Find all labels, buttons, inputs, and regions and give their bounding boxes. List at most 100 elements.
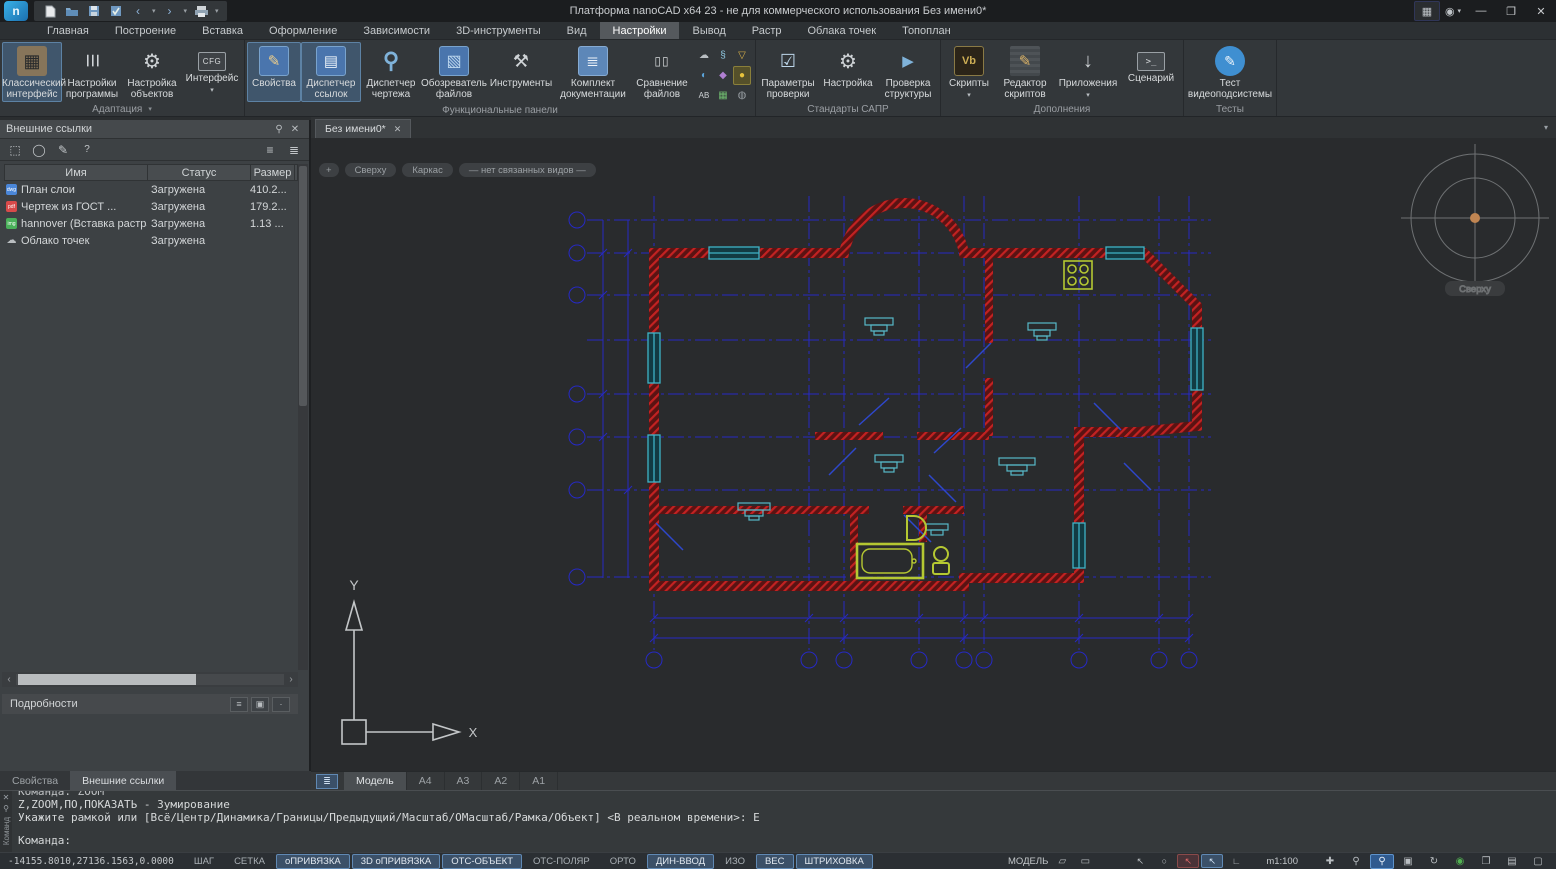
tab-zavisimosti[interactable]: Зависимости xyxy=(350,22,443,39)
drawing-manager-button[interactable]: ⚲ Диспетчер чертежа xyxy=(361,42,421,102)
spellcheck-panel-icon[interactable]: АВ xyxy=(695,86,713,105)
cursor-select-icon[interactable]: ↖ xyxy=(1201,854,1224,868)
layout-tab-a1[interactable]: А1 xyxy=(520,771,559,791)
table-panel-icon[interactable]: ▦ xyxy=(714,86,732,105)
document-tab[interactable]: Без имени0* ✕ xyxy=(315,119,412,138)
toggle-otrack-object[interactable]: ОТС-ОБЪЕКТ xyxy=(442,853,522,869)
scrollbar-track[interactable] xyxy=(16,674,284,685)
layout-tab-a2[interactable]: А2 xyxy=(482,771,521,791)
tab-oformlenie[interactable]: Оформление xyxy=(256,22,350,39)
toggle-dyn-input[interactable]: ДИН-ВВОД xyxy=(646,853,715,869)
tab-close-icon[interactable]: ✕ xyxy=(394,124,402,135)
toggle-hatch[interactable]: ШТРИХОВКА xyxy=(795,853,873,869)
tab-topoplan[interactable]: Топоплан xyxy=(889,22,964,39)
scroll-right-icon[interactable]: › xyxy=(284,674,298,685)
materials-panel-icon[interactable]: ◆ xyxy=(714,66,732,85)
redo-button[interactable]: › xyxy=(162,4,178,18)
list-view-icon[interactable]: ≡ xyxy=(262,143,278,157)
file-browser-button[interactable]: ▧ Обозреватель файлов xyxy=(421,42,487,102)
interface-button[interactable]: CFG Интерфейс ▾ xyxy=(182,42,242,102)
details-view-icon[interactable]: ≣ xyxy=(286,143,302,157)
properties-button[interactable]: ✎ Свойства xyxy=(247,42,301,102)
program-settings-button[interactable]: ☰ Настройки программы xyxy=(62,42,122,102)
qat-customize-icon[interactable]: ▾ xyxy=(215,7,219,15)
filter-panel-icon[interactable]: ▽ xyxy=(733,46,751,65)
minimize-button[interactable]: — xyxy=(1466,0,1496,22)
layout-list-icon[interactable]: ≣ xyxy=(316,773,338,789)
sheet-icon[interactable]: ▭ xyxy=(1076,856,1094,867)
user-menu-button[interactable]: ◉ ▾ xyxy=(1440,1,1466,21)
fullscreen-icon[interactable]: ▢ xyxy=(1526,854,1550,869)
vertical-scrollbar[interactable] xyxy=(298,164,308,670)
tab-postroenie[interactable]: Построение xyxy=(102,22,189,39)
column-size[interactable]: Размер xyxy=(251,165,295,180)
tab-vyvod[interactable]: Вывод xyxy=(679,22,738,39)
restore-button[interactable]: ❐ xyxy=(1496,0,1526,22)
scenario-button[interactable]: >_ Сценарий xyxy=(1121,42,1181,102)
table-row[interactable]: ☁ Облако точек Загружена xyxy=(4,232,298,249)
video-test-button[interactable]: ✎ Тест видеоподсистемы xyxy=(1186,42,1274,102)
details-list-icon[interactable]: ≡ xyxy=(230,696,248,712)
scripts-button[interactable]: Vb Скрипты ▾ xyxy=(943,42,995,102)
toggle-lineweight[interactable]: ВЕС xyxy=(755,853,794,869)
save-button[interactable] xyxy=(86,4,102,18)
sheets-icon[interactable]: ▤ xyxy=(1500,854,1524,869)
orbit-icon[interactable]: ↻ xyxy=(1422,854,1446,869)
paper-space-icon[interactable]: ▱ xyxy=(1053,856,1071,867)
new-file-button[interactable] xyxy=(42,4,58,18)
regen-icon[interactable]: ◉ xyxy=(1448,854,1472,869)
viewports-icon[interactable]: ❐ xyxy=(1474,854,1498,869)
globe-panel-icon[interactable]: ◍ xyxy=(733,86,751,105)
check-params-button[interactable]: ☑ Параметры проверки xyxy=(758,42,818,102)
classic-interface-button[interactable]: ▦ Классический интерфейс xyxy=(2,42,66,102)
zoom-icon[interactable]: ⚲ xyxy=(1344,854,1368,869)
toggle-ortho[interactable]: ОРТО xyxy=(601,854,645,869)
script-editor-button[interactable]: ✎ Редактор скриптов xyxy=(995,42,1055,102)
help-icon[interactable]: ? xyxy=(79,144,95,155)
scrollbar-thumb[interactable] xyxy=(299,166,307,406)
model-space-indicator[interactable]: МОДЕЛЬ ▱ ▭ xyxy=(1008,856,1094,867)
tab-nastroyki[interactable]: Настройки xyxy=(599,22,680,39)
scroll-left-icon[interactable]: ‹ xyxy=(2,674,16,685)
panel-pin-icon[interactable]: ⚲ xyxy=(271,124,287,135)
attach-xref-icon[interactable]: ⬚ xyxy=(7,143,23,157)
tools-button[interactable]: ⚒ Инструменты xyxy=(487,42,555,102)
file-compare-button[interactable]: ▯▯ Сравнение файлов xyxy=(631,42,693,102)
tab-vid[interactable]: Вид xyxy=(554,22,600,39)
attach-underlay-icon[interactable]: ◯ xyxy=(31,143,47,157)
visual-style-button[interactable]: Каркас xyxy=(402,163,453,177)
select-cursor-icon[interactable]: ↖ xyxy=(1129,854,1151,868)
tab-rastr[interactable]: Растр xyxy=(739,22,795,39)
tab-list-dropdown-icon[interactable]: ▾ xyxy=(1544,123,1548,132)
pan-icon[interactable]: ✚ xyxy=(1318,854,1342,869)
elevation-icon[interactable]: ∟ xyxy=(1225,854,1247,868)
sections-panel-icon[interactable]: § xyxy=(714,46,732,65)
tab-properties[interactable]: Свойства xyxy=(0,771,70,790)
panel-close-icon[interactable]: ✕ xyxy=(287,124,303,135)
open-file-button[interactable] xyxy=(64,4,80,18)
applications-button[interactable]: ↓ Приложения ▾ xyxy=(1055,42,1121,102)
object-settings-button[interactable]: ⚙ Настройка объектов xyxy=(122,42,182,102)
edit-xref-icon[interactable]: ✎ xyxy=(55,143,71,157)
standards-settings-button[interactable]: ⚙ Настройка xyxy=(818,42,878,102)
layout-tab-a4[interactable]: А4 xyxy=(407,771,445,791)
toggle-grid[interactable]: СЕТКА xyxy=(225,854,274,869)
layout-tab-a3[interactable]: А3 xyxy=(445,771,483,791)
command-history[interactable]: Команда: ZOOM Z,ZOOM,ПО,ПОКАЗАТЬ - Зумир… xyxy=(12,791,1556,852)
tab-vstavka[interactable]: Вставка xyxy=(189,22,256,39)
toggle-osnap[interactable]: оПРИВЯЗКА xyxy=(275,853,350,869)
linked-views-button[interactable]: — нет связанных видов — xyxy=(458,163,596,177)
tab-3d-instrumenty[interactable]: 3D-инструменты xyxy=(443,22,554,39)
table-row[interactable]: pdf Чертеж из ГОСТ ... Загружена 179.2... xyxy=(4,198,298,215)
close-button[interactable]: ✕ xyxy=(1526,0,1556,22)
undo-button[interactable]: ‹ xyxy=(130,4,146,18)
zoom-realtime-icon[interactable]: ⚲ xyxy=(1370,853,1394,869)
details-card-icon[interactable]: ▣ xyxy=(251,696,269,712)
redo-dropdown-icon[interactable]: ▾ xyxy=(184,7,188,15)
cursor-red-icon[interactable]: ↖ xyxy=(1177,854,1200,868)
save-all-button[interactable] xyxy=(108,4,124,18)
structure-check-button[interactable]: ▶ Проверка структуры xyxy=(878,42,938,102)
undo-dropdown-icon[interactable]: ▾ xyxy=(152,7,156,15)
toggle-3d-osnap[interactable]: 3D оПРИВЯЗКА xyxy=(351,853,441,869)
viewport-add-button[interactable]: + xyxy=(319,163,339,177)
